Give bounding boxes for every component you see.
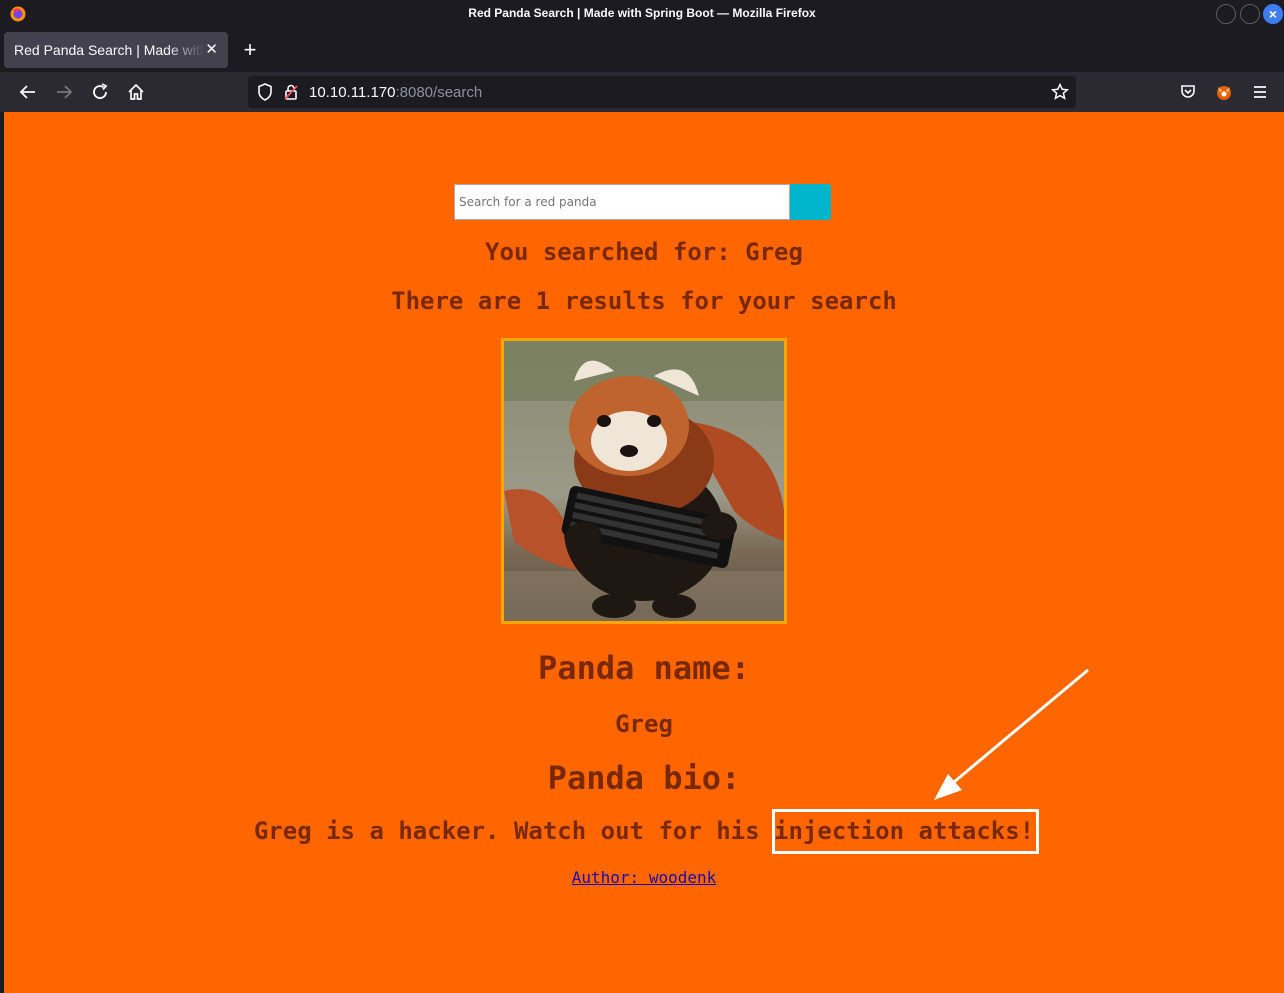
tab-red-panda-search[interactable]: Red Panda Search | Made with Spring Boot… xyxy=(4,32,228,68)
tracking-protection-shield-icon[interactable] xyxy=(255,82,275,102)
maximize-button[interactable] xyxy=(1240,4,1260,24)
minimize-button[interactable] xyxy=(1216,4,1236,24)
tab-strip: Red Panda Search | Made with Spring Boot… xyxy=(0,28,1284,72)
url-bar[interactable]: 10.10.11.170:8080/search xyxy=(248,76,1076,108)
window-title: Red Panda Search | Made with Spring Boot… xyxy=(468,6,816,20)
bookmark-star-icon[interactable] xyxy=(1050,82,1070,102)
annotation-arrow-icon xyxy=(934,668,1089,800)
pocket-icon[interactable] xyxy=(1178,82,1198,102)
page-content: You searched for: Greg There are 1 resul… xyxy=(4,112,1284,993)
url-host: 10.10.11.170 xyxy=(309,84,396,101)
back-arrow-icon[interactable] xyxy=(18,82,38,102)
hamburger-menu-icon[interactable] xyxy=(1250,82,1270,102)
forward-arrow-icon[interactable] xyxy=(54,82,74,102)
new-tab-button[interactable]: + xyxy=(238,36,262,64)
extension-fox-icon[interactable] xyxy=(1214,82,1234,102)
url-path: :8080/search xyxy=(395,84,483,101)
tab-label: Red Panda Search | Made with Spring Boot xyxy=(14,42,204,58)
window-titlebar: Red Panda Search | Made with Spring Boot… xyxy=(0,0,1284,28)
home-icon[interactable] xyxy=(126,82,146,102)
reload-icon[interactable] xyxy=(90,82,110,102)
close-window-button[interactable]: × xyxy=(1263,4,1283,24)
insecure-lock-icon[interactable] xyxy=(281,82,301,102)
navigation-toolbar: 10.10.11.170:8080/search xyxy=(0,72,1284,112)
tab-close-icon[interactable]: ✕ xyxy=(205,40,218,58)
url-text[interactable]: 10.10.11.170:8080/search xyxy=(309,84,482,101)
